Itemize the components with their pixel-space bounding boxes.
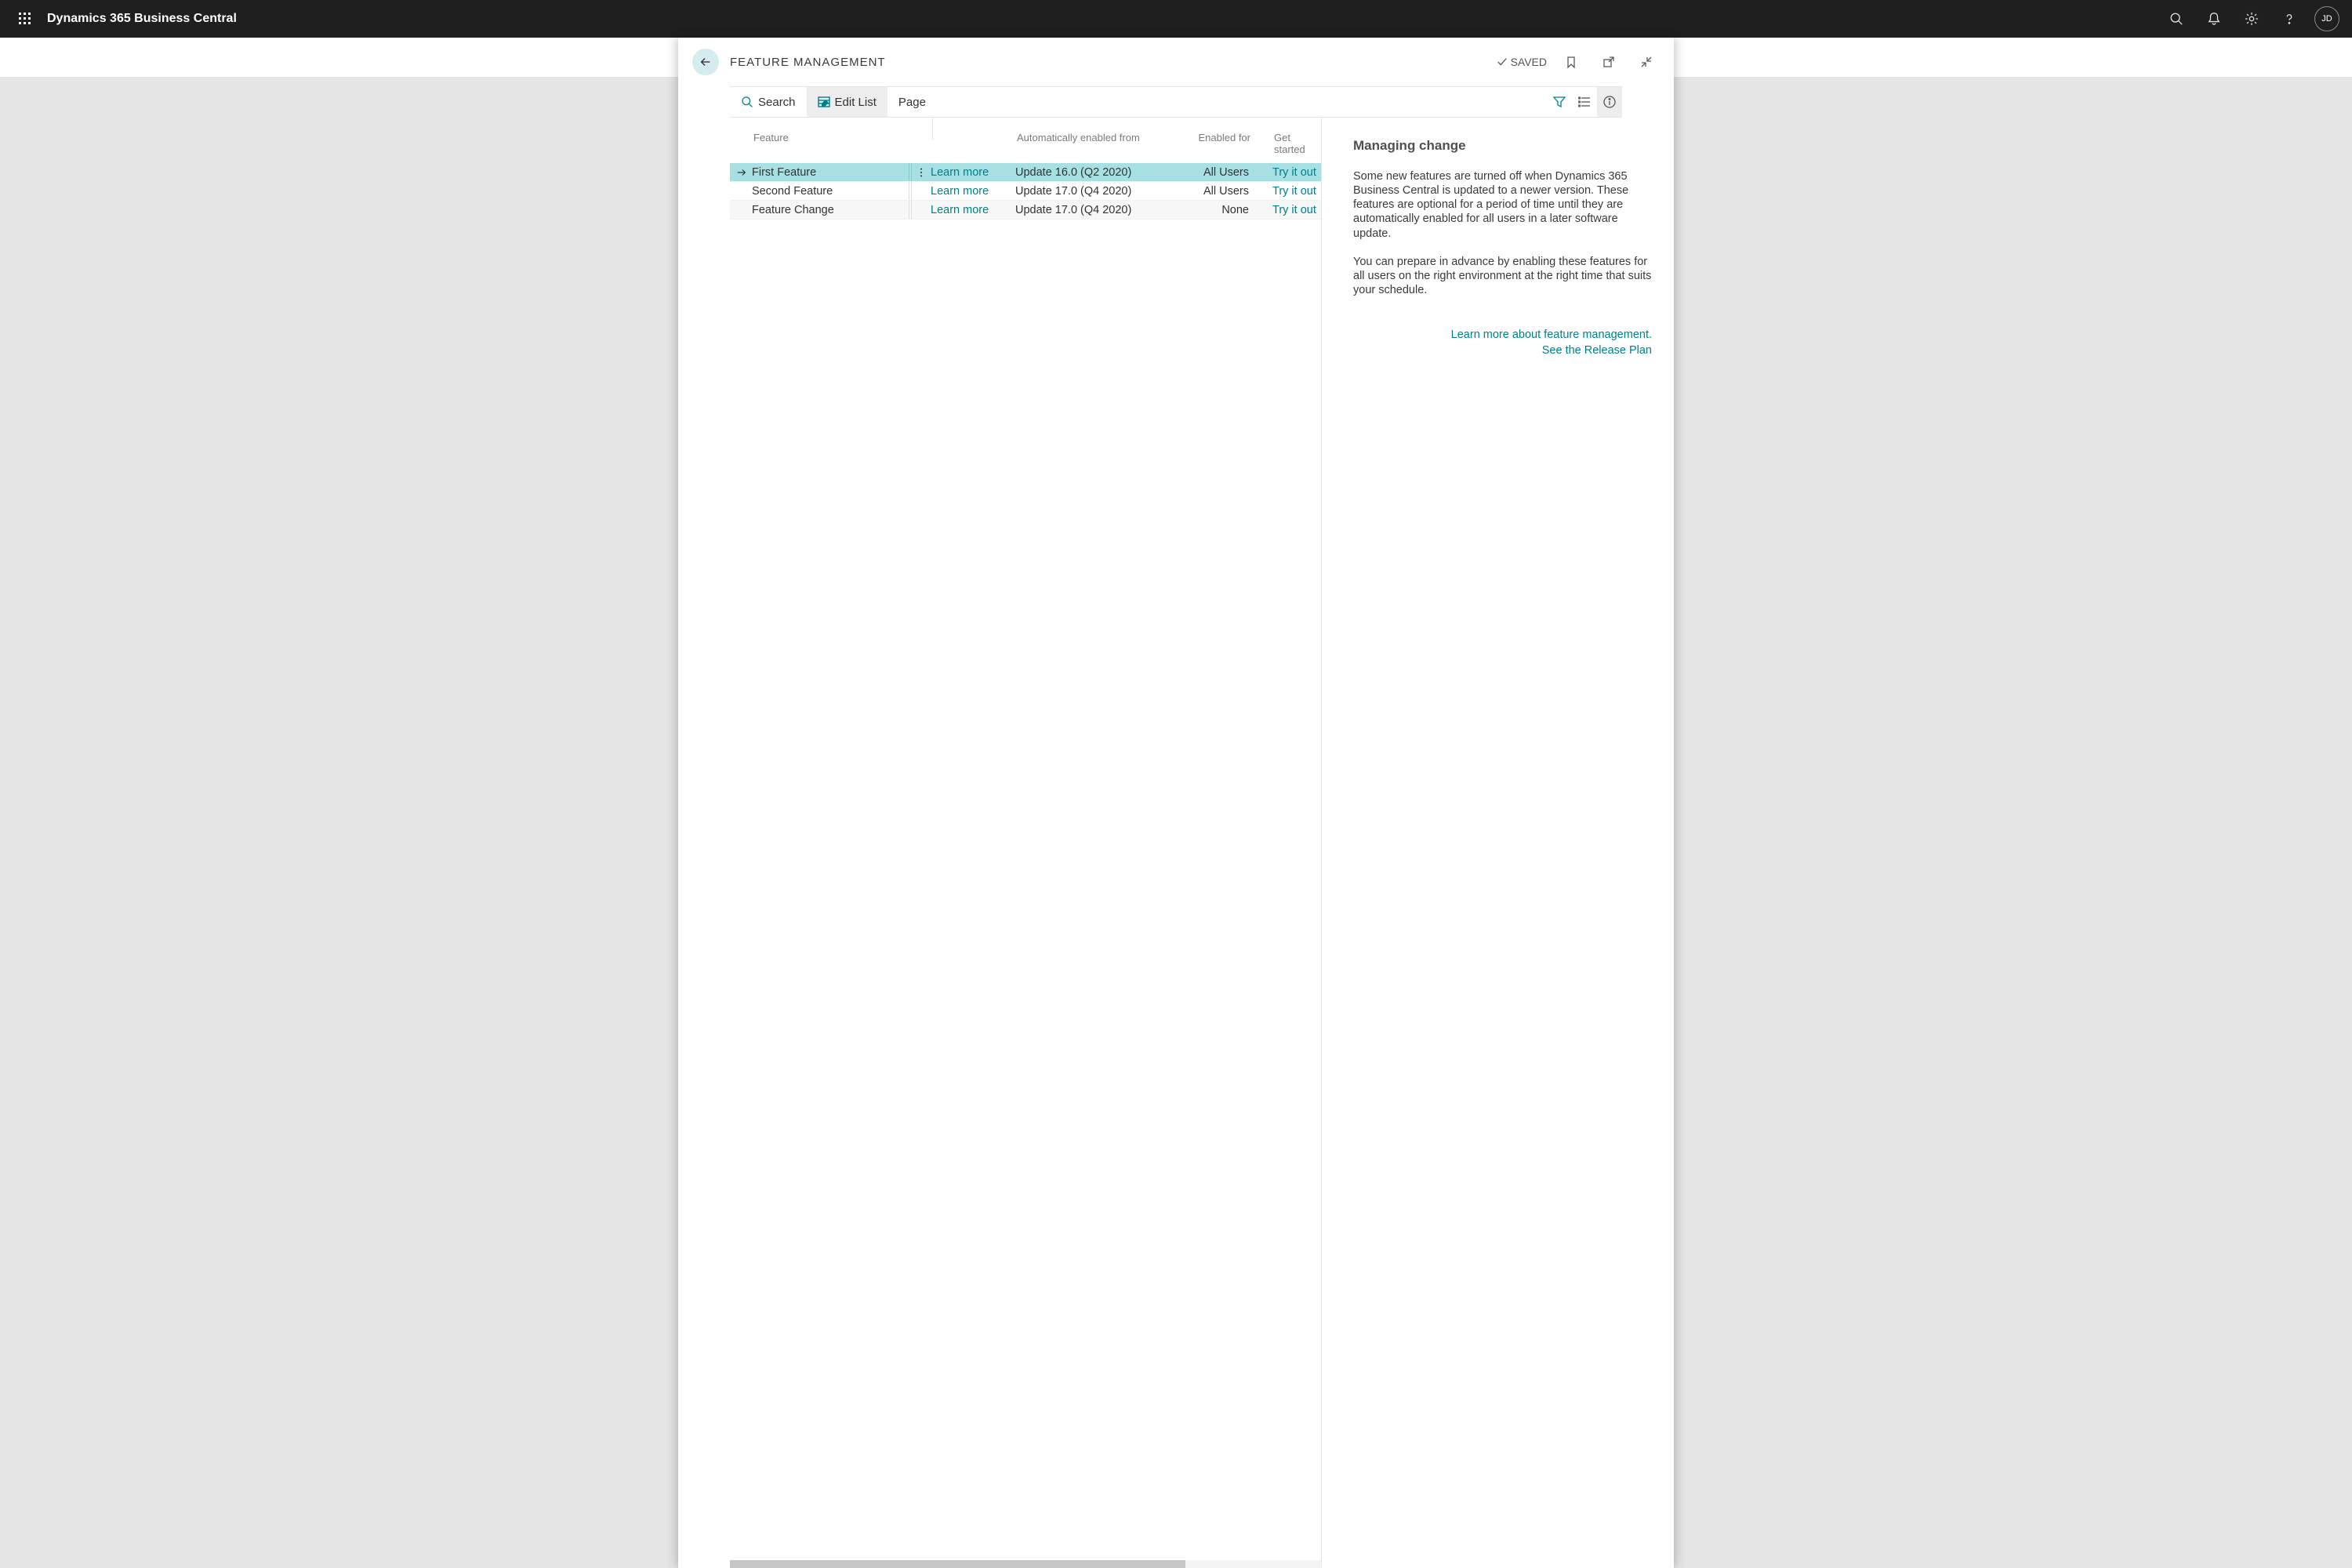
scrollbar-thumb[interactable] <box>730 1560 1185 1568</box>
learn-more-link[interactable]: Learn more <box>931 185 1015 198</box>
list-icon <box>1578 96 1591 108</box>
user-avatar[interactable]: JD <box>2314 6 2339 31</box>
app-title: Dynamics 365 Business Central <box>47 12 237 26</box>
try-it-out-link[interactable]: Try it out <box>1249 166 1316 179</box>
page-label: Page <box>898 96 926 109</box>
question-icon <box>2282 12 2296 26</box>
table-row[interactable]: Second Feature Learn moreUpdate 17.0 (Q4 … <box>730 182 1321 201</box>
help-button[interactable] <box>2270 0 2308 38</box>
release-plan-link[interactable]: See the Release Plan <box>1353 344 1652 357</box>
cell-enabled-for[interactable]: All Users <box>1178 185 1249 198</box>
feature-name: Second Feature <box>752 185 833 198</box>
page-action[interactable]: Page <box>887 87 937 117</box>
cell-enabled-for[interactable]: None <box>1178 204 1249 216</box>
col-header-feature[interactable]: Feature <box>730 132 964 155</box>
edit-list-label: Edit List <box>835 96 877 109</box>
try-it-out-link[interactable]: Try it out <box>1249 185 1316 198</box>
factbox-para-2: You can prepare in advance by enabling t… <box>1353 255 1652 297</box>
settings-button[interactable] <box>2233 0 2270 38</box>
bookmark-icon <box>1565 56 1577 68</box>
popout-button[interactable] <box>1595 49 1622 75</box>
back-button[interactable] <box>692 49 719 75</box>
col-header-get[interactable]: Get started <box>1250 132 1313 155</box>
edit-list-action[interactable]: Edit List <box>807 87 887 117</box>
row-border <box>909 182 912 200</box>
workspace: FEATURE MANAGEMENT SAVED <box>0 38 2352 1568</box>
arrow-right-icon <box>736 167 747 178</box>
factbox-pane: Managing change Some new features are tu… <box>1322 118 1674 1568</box>
global-header: Dynamics 365 Business Central JD <box>0 0 2352 38</box>
filter-button[interactable] <box>1547 87 1572 117</box>
learn-more-link[interactable]: Learn more <box>931 204 1015 216</box>
list-view-button[interactable] <box>1572 87 1597 117</box>
grid-header: Feature Automatically enabled from Enabl… <box>730 118 1321 163</box>
factbox-links: Learn more about feature management. See… <box>1353 328 1652 357</box>
grid-rows: First FeatureLearn moreUpdate 16.0 (Q2 2… <box>730 163 1321 220</box>
horizontal-scrollbar[interactable] <box>730 1560 1321 1568</box>
gear-icon <box>2245 12 2259 26</box>
feature-name: First Feature <box>752 166 816 179</box>
cell-auto-enabled: Update 16.0 (Q2 2020) <box>1015 166 1178 179</box>
popout-icon <box>1602 56 1615 68</box>
cell-auto-enabled: Update 17.0 (Q4 2020) <box>1015 204 1178 216</box>
row-border <box>909 201 912 219</box>
search-icon <box>741 96 753 108</box>
collapse-icon <box>1640 56 1653 68</box>
cell-auto-enabled: Update 17.0 (Q4 2020) <box>1015 185 1178 198</box>
feature-grid: Feature Automatically enabled from Enabl… <box>730 118 1322 1568</box>
search-action[interactable]: Search <box>730 87 807 117</box>
collapse-button[interactable] <box>1633 49 1660 75</box>
learn-more-link[interactable]: Learn more <box>931 166 1015 179</box>
factbox-title: Managing change <box>1353 138 1652 154</box>
filter-icon <box>1553 96 1566 108</box>
waffle-icon <box>19 13 31 25</box>
search-icon <box>2169 12 2183 26</box>
row-actions-button[interactable] <box>912 167 931 178</box>
info-pane-button[interactable] <box>1597 87 1622 117</box>
table-row[interactable]: Feature Change Learn moreUpdate 17.0 (Q4 … <box>730 201 1321 220</box>
col-header-enabled[interactable]: Enabled for <box>1180 132 1250 155</box>
bell-icon <box>2207 12 2221 26</box>
cell-enabled-for[interactable]: All Users <box>1178 166 1249 179</box>
column-separator <box>932 118 933 140</box>
page-header: FEATURE MANAGEMENT SAVED <box>678 38 1674 86</box>
page-body: Feature Automatically enabled from Enabl… <box>730 118 1674 1568</box>
action-toolbar: Search Edit List Page <box>730 86 1622 118</box>
cell-feature[interactable]: First Feature <box>730 166 909 179</box>
search-label: Search <box>758 96 796 109</box>
saved-label: SAVED <box>1511 56 1547 68</box>
learn-more-link[interactable]: Learn more about feature management. <box>1353 328 1652 341</box>
check-icon <box>1497 56 1508 67</box>
factbox-para-1: Some new features are turned off when Dy… <box>1353 169 1652 241</box>
page-card: FEATURE MANAGEMENT SAVED <box>678 38 1674 1568</box>
page-title: FEATURE MANAGEMENT <box>730 56 886 69</box>
arrow-left-icon <box>699 55 713 69</box>
app-launcher-button[interactable] <box>6 0 44 38</box>
table-row[interactable]: First Feature Learn moreUpdate 16.0 (Q2 2… <box>730 163 1321 182</box>
col-header-spacer <box>964 132 1017 155</box>
global-search-button[interactable] <box>2158 0 2195 38</box>
bookmark-button[interactable] <box>1558 49 1584 75</box>
more-vertical-icon <box>916 167 927 178</box>
edit-list-icon <box>818 96 830 108</box>
cell-feature[interactable]: Feature Change <box>730 204 909 216</box>
info-icon <box>1603 96 1616 108</box>
user-initials: JD <box>2321 14 2332 24</box>
col-header-auto[interactable]: Automatically enabled from <box>1017 132 1180 155</box>
try-it-out-link[interactable]: Try it out <box>1249 204 1316 216</box>
feature-name: Feature Change <box>752 204 834 216</box>
notifications-button[interactable] <box>2195 0 2233 38</box>
cell-feature[interactable]: Second Feature <box>730 185 909 198</box>
saved-indicator: SAVED <box>1497 56 1547 68</box>
